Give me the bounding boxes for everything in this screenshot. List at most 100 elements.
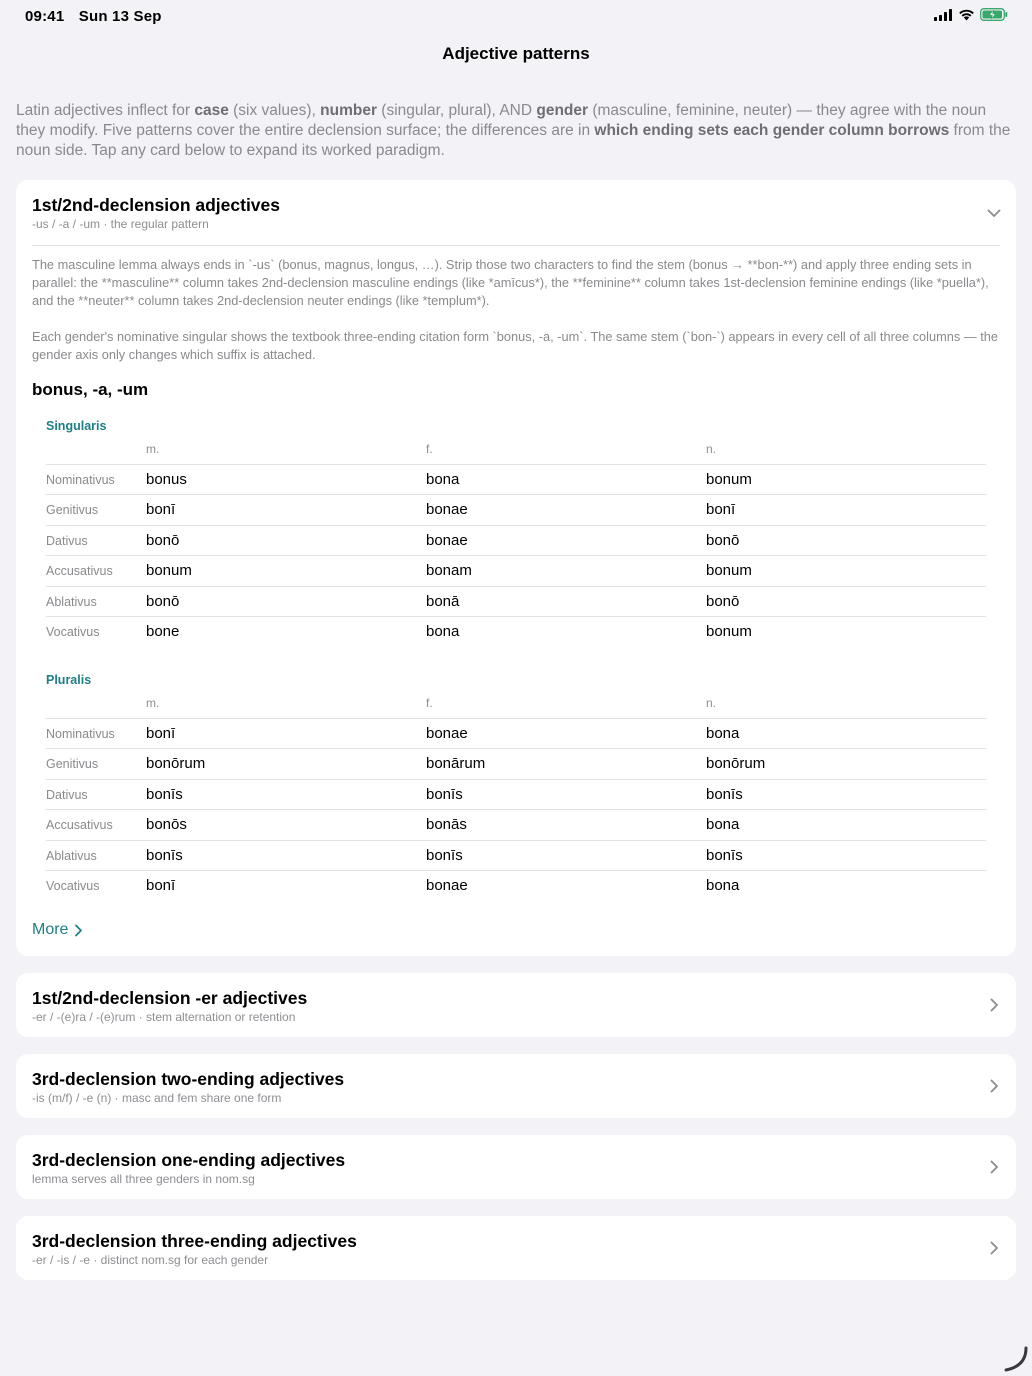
- case-label: Dativus: [46, 533, 88, 548]
- intro-text: Latin adjectives inflect for case (six v…: [16, 102, 1011, 159]
- card-title: 3rd-declension three-ending adjectives: [32, 1231, 357, 1251]
- form-neuter: bonōrum: [706, 755, 766, 773]
- section-label-plural: Pluralis: [46, 673, 92, 687]
- table-row: Ablativus bonō bonā bonō: [46, 585, 986, 616]
- case-label: Ablativus: [46, 848, 97, 863]
- table-row: Dativus bonīs bonīs bonīs: [46, 778, 986, 809]
- form-feminine: bonīs: [426, 785, 463, 803]
- resize-corner-icon: [1004, 1346, 1028, 1372]
- form-masculine: bonōrum: [146, 755, 206, 773]
- pattern-card[interactable]: 3rd-declension three-ending adjectives -…: [16, 1216, 1016, 1280]
- table-row: Vocativus bonī bonae bona: [46, 869, 986, 900]
- case-label: Ablativus: [46, 594, 97, 609]
- table-row: Nominativus bonus bona bonum: [46, 464, 986, 494]
- table-row: Vocativus bone bona bonum: [46, 615, 986, 646]
- lemma-heading: bonus, -a, -um: [32, 380, 149, 399]
- table-row: Genitivus bonī bonae bonī: [46, 494, 986, 524]
- case-label: Vocativus: [46, 624, 100, 639]
- card-title: 3rd-declension one-ending adjectives: [32, 1150, 346, 1170]
- form-masculine: bonī: [146, 501, 176, 519]
- form-feminine: bonae: [426, 725, 468, 742]
- form-neuter: bonum: [706, 562, 752, 580]
- form-neuter: bonīs: [706, 846, 743, 864]
- status-time: 09:41: [25, 8, 65, 25]
- more-link[interactable]: More: [32, 921, 83, 939]
- form-feminine: bona: [426, 471, 460, 488]
- form-neuter: bona: [706, 816, 740, 834]
- divider: [32, 245, 1000, 246]
- column-header-neuter: n.: [706, 696, 717, 710]
- chevron-right-icon[interactable]: [986, 1240, 1002, 1256]
- card-title: 3rd-declension two-ending adjectives: [32, 1069, 345, 1089]
- table-header: m. f. n.: [46, 692, 986, 718]
- form-neuter: bona: [706, 725, 740, 742]
- form-masculine: bonīs: [146, 846, 183, 864]
- chevron-right-icon[interactable]: [986, 1078, 1002, 1094]
- paradigm-table-singular: m. f. n. Nominativus bonus bona bonum Genit…: [46, 438, 986, 646]
- form-masculine: bone: [146, 622, 180, 640]
- form-neuter: bonum: [706, 471, 752, 488]
- column-header-feminine: f.: [426, 442, 433, 456]
- table-row: Dativus bonō bonae bonō: [46, 524, 986, 555]
- card-title: 1st/2nd-declension adjectives: [32, 195, 281, 215]
- form-masculine: bonō: [146, 592, 180, 610]
- form-feminine: bonārum: [426, 755, 486, 773]
- form-masculine: bonō: [146, 531, 180, 549]
- form-feminine: bonae: [426, 531, 468, 549]
- wifi-icon: [959, 9, 974, 21]
- page-title: Adjective patterns: [442, 44, 590, 63]
- form-neuter: bonō: [706, 592, 740, 610]
- form-feminine: bonae: [426, 876, 468, 894]
- chevron-right-icon[interactable]: [986, 1159, 1002, 1175]
- case-label: Genitivus: [46, 503, 99, 518]
- form-neuter: bonō: [706, 531, 740, 549]
- form-feminine: bonīs: [426, 846, 463, 864]
- form-masculine: bonī: [146, 876, 176, 894]
- section-label-singular: Singularis: [46, 419, 107, 433]
- case-label: Vocativus: [46, 878, 100, 893]
- battery-charging-icon: [980, 8, 1008, 21]
- cellular-signal-icon: [934, 8, 952, 21]
- column-header-neuter: n.: [706, 442, 717, 456]
- table-row: Accusativus bonum bonam bonum: [46, 555, 986, 585]
- form-neuter: bonīs: [706, 785, 743, 803]
- card-subtitle: -er / -is / -e · distinct nom.sg for eac…: [32, 1253, 269, 1267]
- case-label: Dativus: [46, 787, 88, 802]
- column-header-masculine: m.: [146, 442, 160, 456]
- table-row: Ablativus bonīs bonīs bonīs: [46, 839, 986, 870]
- form-feminine: bona: [426, 622, 460, 640]
- form-masculine: bonum: [146, 562, 192, 580]
- case-label: Accusativus: [46, 818, 113, 833]
- form-feminine: bonae: [426, 501, 468, 519]
- case-label: Nominativus: [46, 473, 115, 487]
- card-subtitle: lemma serves all three genders in nom.sg: [32, 1172, 255, 1186]
- more-label: More: [32, 921, 69, 938]
- form-feminine: bonās: [426, 816, 467, 834]
- status-bar: 09:41 Sun 13 Sep: [0, 0, 1032, 32]
- pattern-card-expanded[interactable]: 1st/2nd-declension adjectives -us / -a /…: [16, 180, 1016, 956]
- column-header-feminine: f.: [426, 696, 433, 710]
- status-date: Sun 13 Sep: [78, 8, 162, 25]
- table-row: Genitivus bonōrum bonārum bonōrum: [46, 748, 986, 778]
- paradigm-table-plural: m. f. n. Nominativus bonī bonae bona Geniti…: [46, 692, 986, 900]
- case-label: Nominativus: [46, 727, 115, 741]
- card-title: 1st/2nd-declension -er adjectives: [32, 988, 308, 1008]
- pattern-card[interactable]: 3rd-declension two-ending adjectives -is…: [16, 1054, 1016, 1118]
- form-feminine: bonam: [426, 562, 472, 580]
- card-subtitle: -is (m/f) / -e (n) · masc and fem share …: [32, 1091, 282, 1105]
- card-subtitle: -er / -(e)ra / -(e)rum · stem alternatio…: [32, 1010, 296, 1024]
- chevron-right-icon[interactable]: [986, 997, 1002, 1013]
- chevron-right-icon: [75, 924, 83, 936]
- card-subtitle: -us / -a / -um · the regular pattern: [32, 217, 209, 231]
- form-neuter: bona: [706, 876, 740, 894]
- pattern-card[interactable]: 1st/2nd-declension -er adjectives -er / …: [16, 973, 1016, 1037]
- form-masculine: bonus: [146, 471, 187, 488]
- form-masculine: bonīs: [146, 785, 183, 803]
- form-masculine: bonōs: [146, 816, 187, 834]
- table-header: m. f. n.: [46, 438, 986, 464]
- case-label: Genitivus: [46, 757, 99, 772]
- chevron-down-icon[interactable]: [986, 205, 1002, 221]
- case-label: Accusativus: [46, 564, 113, 579]
- pattern-card[interactable]: 3rd-declension one-ending adjectives lem…: [16, 1135, 1016, 1199]
- table-row: Nominativus bonī bonae bona: [46, 718, 986, 748]
